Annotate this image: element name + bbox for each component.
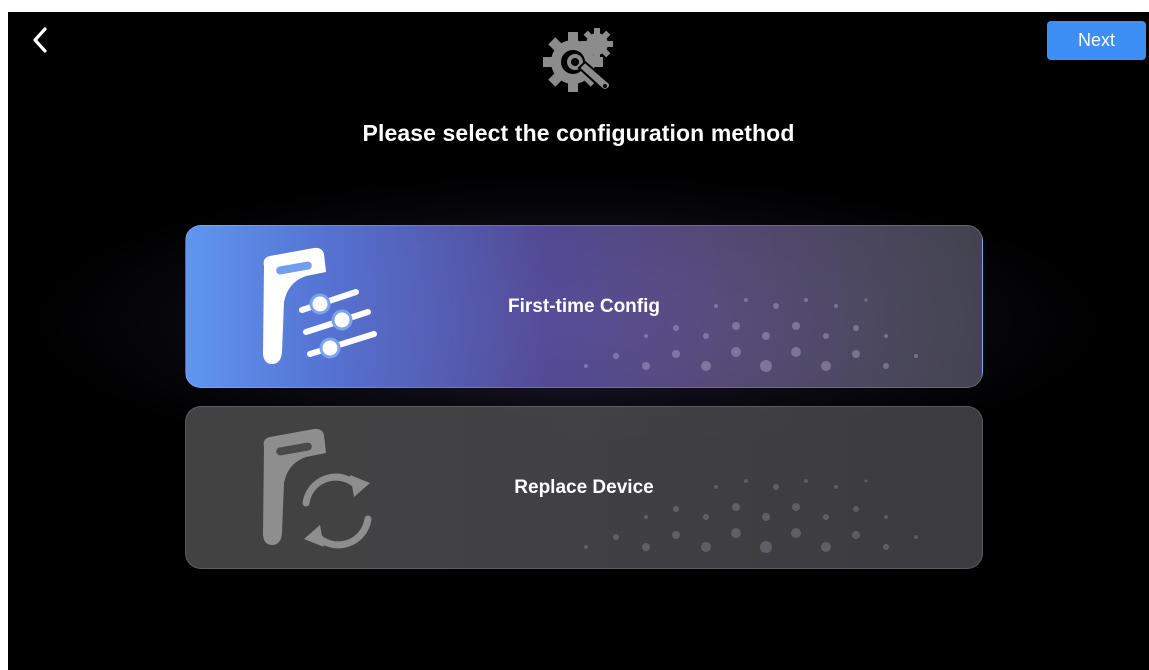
option-label: Replace Device (514, 476, 654, 498)
next-button[interactable]: Next (1047, 21, 1146, 60)
gear-wrench-icon (539, 24, 619, 96)
chevron-left-icon (33, 27, 47, 53)
option-label: First-time Config (508, 295, 660, 317)
back-button[interactable] (22, 22, 58, 58)
config-method-screen: Next Please select the configuration met… (8, 12, 1149, 670)
first-time-config-option[interactable]: First-time Config (185, 225, 983, 388)
page-title: Please select the configuration method (362, 120, 795, 146)
replace-device-option[interactable]: Replace Device (185, 406, 983, 569)
